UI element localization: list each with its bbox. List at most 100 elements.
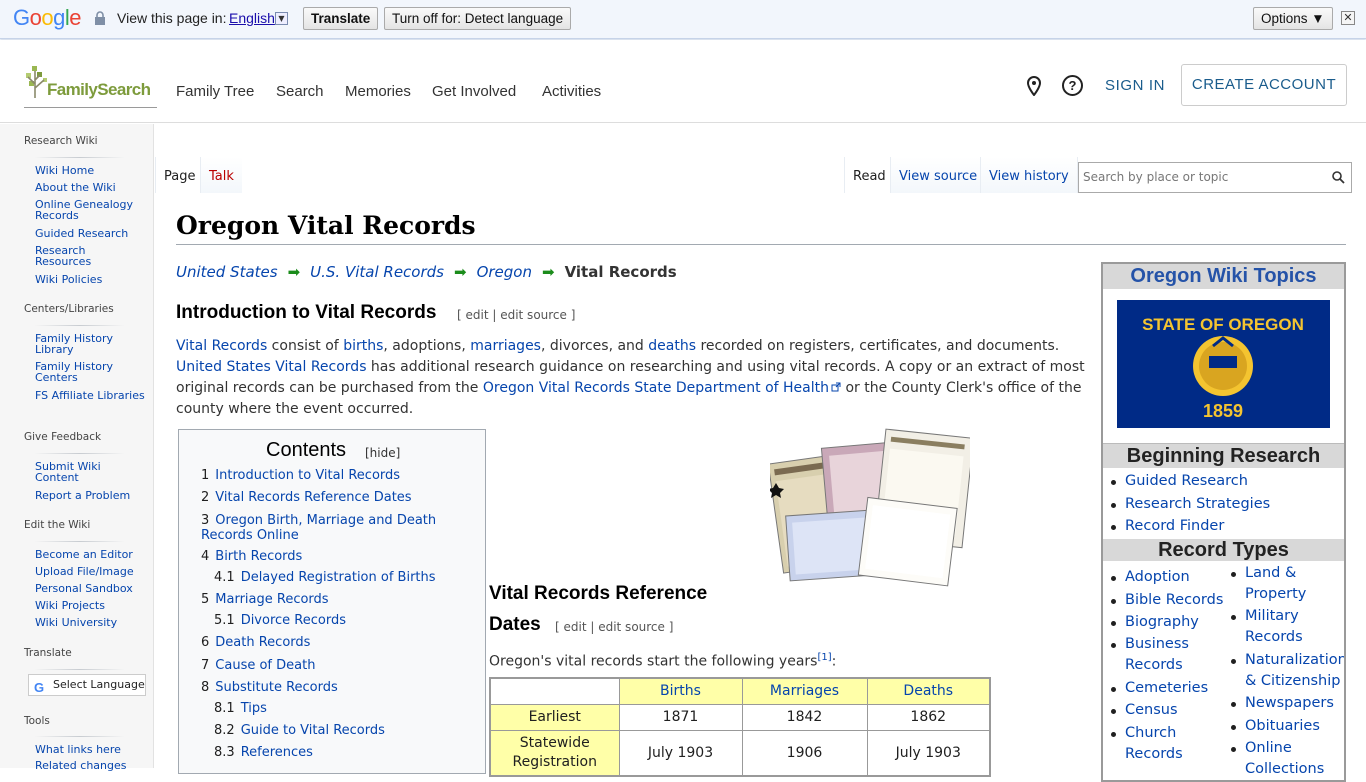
sidebar-item-related-changes[interactable]: Related changes — [35, 760, 145, 771]
sidebar-item-what-links-here[interactable]: What links here — [35, 744, 145, 755]
edit-links[interactable]: [ edit | edit source ] — [555, 620, 673, 634]
sidebar-item-online-genealogy[interactable]: Online Genealogy Records — [35, 199, 145, 221]
create-account-button[interactable]: CREATE ACCOUNT — [1181, 64, 1347, 106]
table-header-cell[interactable]: Births — [618, 677, 743, 705]
sidebar-divider — [34, 325, 125, 326]
toc-entry[interactable]: 4 Birth Records — [201, 549, 302, 564]
table-header-cell[interactable]: Deaths — [866, 677, 991, 705]
toc-entry[interactable]: 8.3 References — [214, 745, 313, 760]
sidebar-item-wiki-policies[interactable]: Wiki Policies — [35, 274, 145, 285]
infobox-item-online-collections[interactable]: Online Collections — [1231, 738, 1325, 780]
infobox-item-newspapers[interactable]: Newspapers — [1231, 693, 1344, 714]
familysearch-logo[interactable]: FamilySearch — [24, 64, 157, 108]
sidebar-item-fs-affiliate[interactable]: FS Affiliate Libraries — [35, 390, 145, 401]
toc-entry[interactable]: 8.2 Guide to Vital Records — [214, 723, 385, 738]
toc-entry[interactable]: 5.1 Divorce Records — [214, 613, 346, 628]
infobox-item-bible-records[interactable]: Bible Records — [1111, 590, 1230, 611]
nav-activities[interactable]: Activities — [542, 83, 601, 100]
toc-entry[interactable]: 5 Marriage Records — [201, 592, 329, 607]
translate-button[interactable]: Translate — [303, 7, 379, 30]
turn-off-button[interactable]: Turn off for: Detect language — [384, 7, 572, 30]
toc-entry[interactable]: 7 Cause of Death — [201, 658, 315, 673]
toc-entry[interactable]: 4.1 Delayed Registration of Births — [214, 570, 436, 585]
sidebar-item-submit-content[interactable]: Submit Wiki Content — [35, 461, 145, 483]
intro-paragraph: Vital Records consist of births, adoptio… — [176, 338, 1085, 417]
nav-memories[interactable]: Memories — [345, 83, 411, 100]
tab-talk[interactable]: Talk — [200, 157, 242, 193]
close-icon[interactable]: ✕ — [1341, 11, 1355, 25]
edit-links[interactable]: [ edit | edit source ] — [457, 308, 575, 322]
sidebar-item-about-wiki[interactable]: About the Wiki — [35, 182, 145, 193]
help-icon[interactable]: ? — [1062, 75, 1083, 96]
section-heading-introduction: Introduction to Vital Records — [176, 302, 437, 323]
sidebar-divider — [34, 157, 125, 158]
infobox-item-cemeteries[interactable]: Cemeteries — [1111, 678, 1225, 699]
infobox-item-census[interactable]: Census — [1111, 700, 1220, 721]
sidebar-item-guided-research[interactable]: Guided Research — [35, 228, 145, 239]
tab-view-history[interactable]: View history — [980, 157, 1078, 193]
toc-entry[interactable]: 1 Introduction to Vital Records — [201, 468, 400, 483]
infobox-item-research-strategies[interactable]: Research Strategies — [1110, 494, 1270, 515]
link-oregon-health-dept[interactable]: Oregon Vital Records State Department of… — [483, 380, 841, 396]
toc-hide-link[interactable]: [hide] — [365, 446, 400, 460]
sidebar-item-wiki-home[interactable]: Wiki Home — [35, 165, 145, 176]
infobox-item-military-records[interactable]: Military Records — [1231, 606, 1315, 648]
breadcrumb-oregon[interactable]: Oregon — [477, 263, 532, 281]
infobox-item-land-property[interactable]: Land & Property — [1231, 563, 1315, 605]
sidebar-item-fh-library[interactable]: Family History Library — [35, 333, 145, 355]
infobox-item-guided-research[interactable]: Guided Research — [1111, 471, 1248, 492]
select-language-label: Select Language — [53, 678, 145, 691]
sidebar-item-wiki-projects[interactable]: Wiki Projects — [35, 600, 145, 611]
infobox-item-obituaries[interactable]: Obituaries — [1231, 716, 1344, 737]
tab-view-source[interactable]: View source — [890, 157, 986, 193]
toc-entry[interactable]: 8 Substitute Records — [201, 680, 338, 695]
infobox-item-adoption[interactable]: Adoption — [1111, 567, 1220, 588]
toc-entry[interactable]: 8.1 Tips — [214, 701, 267, 716]
footnote-link[interactable]: [1] — [817, 652, 831, 663]
sidebar-item-research-resources[interactable]: Research Resources — [35, 245, 145, 267]
search-icon[interactable] — [1332, 171, 1345, 184]
arrow-icon: ➡ — [287, 263, 301, 281]
infobox-item-church-records[interactable]: Church Records — [1111, 723, 1205, 765]
options-button[interactable]: Options ▼ — [1253, 7, 1333, 30]
infobox-item-biography[interactable]: Biography — [1111, 612, 1220, 633]
sign-in-link[interactable]: SIGN IN — [1105, 77, 1165, 94]
table-header-cell[interactable]: Marriages — [741, 677, 868, 705]
nav-search[interactable]: Search — [276, 83, 324, 100]
toc-entry[interactable]: 3 Oregon Birth, Marriage and Death Record… — [201, 513, 463, 543]
section-heading-reference-dates: Vital Records Reference — [489, 583, 708, 604]
link-births[interactable]: births — [343, 338, 383, 354]
tab-read[interactable]: Read — [844, 157, 894, 193]
language-select[interactable]: English — [229, 10, 275, 26]
infobox-title[interactable]: Oregon Wiki Topics — [1103, 264, 1344, 289]
sidebar-item-report-problem[interactable]: Report a Problem — [35, 490, 145, 501]
wiki-search-input[interactable]: Search by place or topic — [1078, 162, 1352, 193]
breadcrumb-united-states[interactable]: United States — [176, 263, 278, 281]
toc-entry[interactable]: 6 Death Records — [201, 635, 310, 650]
infobox-item-record-finder[interactable]: Record Finder — [1110, 516, 1224, 537]
breadcrumb: United States ➡ U.S. Vital Records ➡ Oregon ➡… — [176, 263, 677, 281]
toc-entry[interactable]: 2 Vital Records Reference Dates — [201, 490, 412, 505]
sidebar-item-upload-file[interactable]: Upload File/Image — [35, 566, 145, 577]
sidebar-item-fh-centers[interactable]: Family History Centers — [35, 361, 145, 383]
sidebar-item-personal-sandbox[interactable]: Personal Sandbox — [35, 583, 145, 594]
flag-year-text: 1859 — [1203, 401, 1243, 421]
table-cell: 1862 — [866, 703, 991, 731]
language-dropdown-arrow[interactable]: ▼ — [275, 12, 288, 25]
sidebar-divider — [34, 736, 125, 737]
sidebar-item-wiki-university[interactable]: Wiki University — [35, 617, 145, 628]
link-vital-records[interactable]: Vital Records — [176, 338, 267, 354]
select-language-dropdown[interactable]: G Select Language — [28, 674, 146, 696]
sidebar-item-become-editor[interactable]: Become an Editor — [35, 549, 145, 560]
link-marriages[interactable]: marriages — [470, 338, 541, 354]
nav-get-involved[interactable]: Get Involved — [432, 83, 516, 100]
tab-page[interactable]: Page — [155, 157, 204, 193]
breadcrumb-us-vital-records[interactable]: U.S. Vital Records — [310, 263, 444, 281]
location-pin-icon[interactable] — [1026, 76, 1042, 96]
link-deaths[interactable]: deaths — [648, 338, 696, 354]
link-us-vital-records[interactable]: United States Vital Records — [176, 359, 366, 375]
google-g-icon: G — [34, 680, 45, 695]
nav-family-tree[interactable]: Family Tree — [176, 83, 254, 100]
infobox-item-business-records[interactable]: Business Records — [1111, 634, 1205, 676]
infobox-item-naturalization[interactable]: Naturalization & Citizenship — [1231, 650, 1344, 692]
